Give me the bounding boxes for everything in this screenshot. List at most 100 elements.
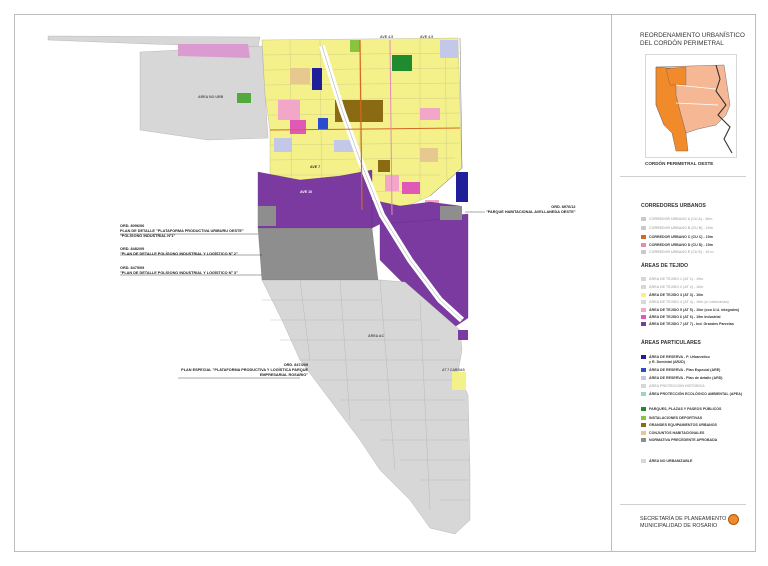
legend-item: ÁREA NO URBANIZABLE bbox=[641, 458, 692, 464]
legend-item-label: ÁREA DE TEJIDO 3 (AT 3) - 10m bbox=[649, 293, 704, 297]
legend-swatch bbox=[641, 250, 646, 254]
legend-item-label: ÁREA DE RESERVA - Plan Especial (ARE) bbox=[649, 368, 721, 372]
road-label: AVE 4.5 bbox=[420, 35, 434, 39]
grey-block bbox=[440, 40, 458, 58]
park-block bbox=[392, 55, 412, 71]
legend-item: ÁREA PROTECCIÓN HISTÓRICA bbox=[641, 383, 705, 389]
map-area[interactable] bbox=[14, 14, 611, 552]
normativa-block bbox=[258, 206, 276, 226]
footer: SECRETARÍA DE PLANEAMIENTO MUNICIPALIDAD… bbox=[640, 516, 727, 529]
legend-item-label: ÁREA DE RESERVA - Plan de detalle (ARD) bbox=[649, 376, 723, 380]
legend-item: ÁREA DE TEJIDO 2 (AT 2) - 16m bbox=[641, 284, 703, 290]
legend-item: CORREDOR URBANO B (CU B) - 19m bbox=[641, 225, 713, 231]
legend-item-label: ÁREA DE TEJIDO 7 (AT 7) - Ind. Grandes P… bbox=[649, 322, 734, 326]
pink-block bbox=[290, 120, 306, 134]
legend-item-label: CONJUNTOS HABITACIONALES bbox=[649, 431, 705, 435]
road-label: AVE 10 bbox=[300, 190, 313, 194]
locator-caption: CORDÓN PERIMETRAL OESTE bbox=[645, 161, 714, 166]
legend-item: ÁREA PROTECCIÓN ECOLÓGICO AMBIENTAL (APE… bbox=[641, 391, 742, 397]
legend-swatch bbox=[641, 459, 646, 463]
legend-item-label: ÁREA NO URBANIZABLE bbox=[649, 459, 693, 463]
legend-item-label: NORMATIVA PRECEDENTE APROBADA bbox=[649, 438, 718, 442]
legend-swatch bbox=[641, 277, 646, 281]
legend-item: ÁREA DE RESERVA - Plan de detalle (ARD) bbox=[641, 375, 722, 381]
legend-item: CORREDOR URBANO D (CU D) - 19m bbox=[641, 242, 713, 248]
annotation-ord-8474: ORD. 8474/09 PLAN ESPECIAL "PLATAFORMA P… bbox=[181, 363, 308, 377]
legend-item-label-cont: y R. Dominial (AR2D) bbox=[649, 360, 685, 364]
legend-item-label: CORREDOR URBANO E (CU E) - 19 m bbox=[649, 250, 714, 254]
legend-item-label: CORREDOR URBANO B (CU B) - 19m bbox=[649, 226, 713, 230]
legend-divider bbox=[620, 504, 746, 505]
grey-block bbox=[274, 138, 292, 152]
annotation-ord-8976: ORD. 8976/12 "PARQUE HABITACIONAL AVELLA… bbox=[486, 205, 576, 214]
municipal-seal-icon bbox=[728, 514, 739, 525]
legend-item: GRANDES EQUIPAMIENTOS URBANOS bbox=[641, 422, 717, 428]
legend-item: ÁREA DE TEJIDO 1 (AT 1) - 19m bbox=[641, 276, 703, 282]
annotation-ord-8096: ORD. 8096/06 PLAN DE DETALLE "PLATAFORMA… bbox=[120, 224, 244, 238]
reserve-blue bbox=[318, 118, 328, 130]
zoning-map[interactable] bbox=[14, 14, 611, 552]
area-label: AREA NO URB bbox=[198, 95, 224, 99]
legend-item: ÁREA DE TEJIDO 3 (AT 3) - 10m bbox=[641, 292, 703, 298]
housing-block bbox=[290, 68, 310, 84]
legend-item-label: CORREDOR URBANO D (CU D) - 19m bbox=[649, 243, 713, 247]
legend-item-label: ÁREA PROTECCIÓN ECOLÓGICO AMBIENTAL (APE… bbox=[649, 392, 743, 396]
legend-swatch bbox=[641, 300, 646, 304]
legend-item-label: ÁREA DE TEJIDO 2 (AT 2) - 16m bbox=[649, 285, 704, 289]
road-label: AVE 4.5 bbox=[380, 35, 394, 39]
legend-swatch bbox=[641, 376, 646, 380]
pink-block bbox=[402, 182, 420, 194]
normativa-block bbox=[440, 206, 462, 220]
annotation-ord-8475: ORD. 8475/09 "PLAN DE DETALLE POLÍGONO I… bbox=[120, 266, 238, 275]
west-park bbox=[237, 93, 251, 103]
park-block bbox=[350, 40, 360, 52]
legend-swatch bbox=[641, 416, 646, 420]
legend-section-corredores: CORREDORES URBANOS bbox=[641, 203, 706, 209]
legend-swatch bbox=[641, 315, 646, 319]
housing-block bbox=[420, 148, 438, 162]
legend-item-label: GRANDES EQUIPAMIENTOS URBANOS bbox=[649, 423, 717, 427]
west-pink-strip bbox=[178, 44, 250, 58]
legend-item-label: PARQUES, PLAZAS Y PASEOS PÚBLICOS bbox=[649, 407, 722, 411]
sheet-title: REORDENAMIENTO URBANÍSTICO DEL CORDÓN PE… bbox=[640, 32, 745, 47]
pink-block bbox=[420, 108, 440, 120]
legend-divider bbox=[620, 176, 746, 177]
legend-swatch bbox=[641, 322, 646, 326]
legend-item: ÁREA DE TEJIDO 4 (AT 4) - 10m (c/ ordena… bbox=[641, 299, 729, 305]
legend-item: ÁREA DE RESERVA - Plan Especial (ARE) bbox=[641, 367, 720, 373]
legend-swatch bbox=[641, 293, 646, 297]
legend-item-label: ÁREA PROTECCIÓN HISTÓRICA bbox=[649, 384, 705, 388]
legend-item-label: ÁREA DE TEJIDO 4 (AT 4) - 10m (c/ ordena… bbox=[649, 300, 729, 304]
legend-item-label: INSTALACIONES DEPORTIVAS bbox=[649, 416, 703, 420]
equipment-block bbox=[378, 160, 390, 172]
sw-small-purple bbox=[458, 330, 468, 340]
legend-item: NORMATIVA PRECEDENTE APROBADA bbox=[641, 437, 717, 443]
legend-swatch bbox=[641, 384, 646, 388]
legend-swatch bbox=[641, 392, 646, 396]
legend-item-label: CORREDOR URBANO A (CU A) - 36m bbox=[649, 217, 713, 221]
normativa-block bbox=[257, 227, 379, 281]
legend-swatch bbox=[641, 355, 646, 359]
area-label: ÁREA AC bbox=[368, 334, 385, 338]
legend-section-tejido: ÁREAS DE TEJIDO bbox=[641, 263, 688, 269]
legend-swatch bbox=[641, 285, 646, 289]
legend-item-label: ÁREA DE TEJIDO 6 (AT 6) - 19m Industrial bbox=[649, 315, 721, 319]
legend-swatch bbox=[641, 235, 646, 239]
road-label: AVE 7 bbox=[310, 165, 321, 169]
legend-item: CORREDOR URBANO A (CU A) - 36m bbox=[641, 216, 713, 222]
legend-swatch bbox=[641, 308, 646, 312]
legend-swatch bbox=[641, 431, 646, 435]
sw-small-yellow bbox=[452, 372, 466, 390]
legend-swatch bbox=[641, 423, 646, 427]
annotation-ord-8482: ORD. 8482/09 "PLAN DE DETALLE POLÍGONO I… bbox=[120, 247, 238, 256]
legend-item: ÁREA DE TEJIDO 5 (AT 5) - 10m (con U.U. … bbox=[641, 307, 739, 313]
legend-item-label: ÁREA DE TEJIDO 1 (AT 1) - 19m bbox=[649, 277, 704, 281]
legend-item: ÁREA DE TEJIDO 7 (AT 7) - Ind. Grandes P… bbox=[641, 321, 734, 327]
legend-section-particulares: ÁREAS PARTICULARES bbox=[641, 340, 701, 346]
locator-map bbox=[645, 54, 737, 158]
legend-item: ÁREA DE TEJIDO 6 (AT 6) - 19m Industrial bbox=[641, 314, 721, 320]
legend-item-label: CORREDOR URBANO C (CU C) - 19m bbox=[649, 235, 713, 239]
legend-item: PARQUES, PLAZAS Y PASEOS PÚBLICOS bbox=[641, 406, 721, 412]
legend-swatch bbox=[641, 226, 646, 230]
area-label: AT 7 CARGAS bbox=[442, 368, 465, 372]
